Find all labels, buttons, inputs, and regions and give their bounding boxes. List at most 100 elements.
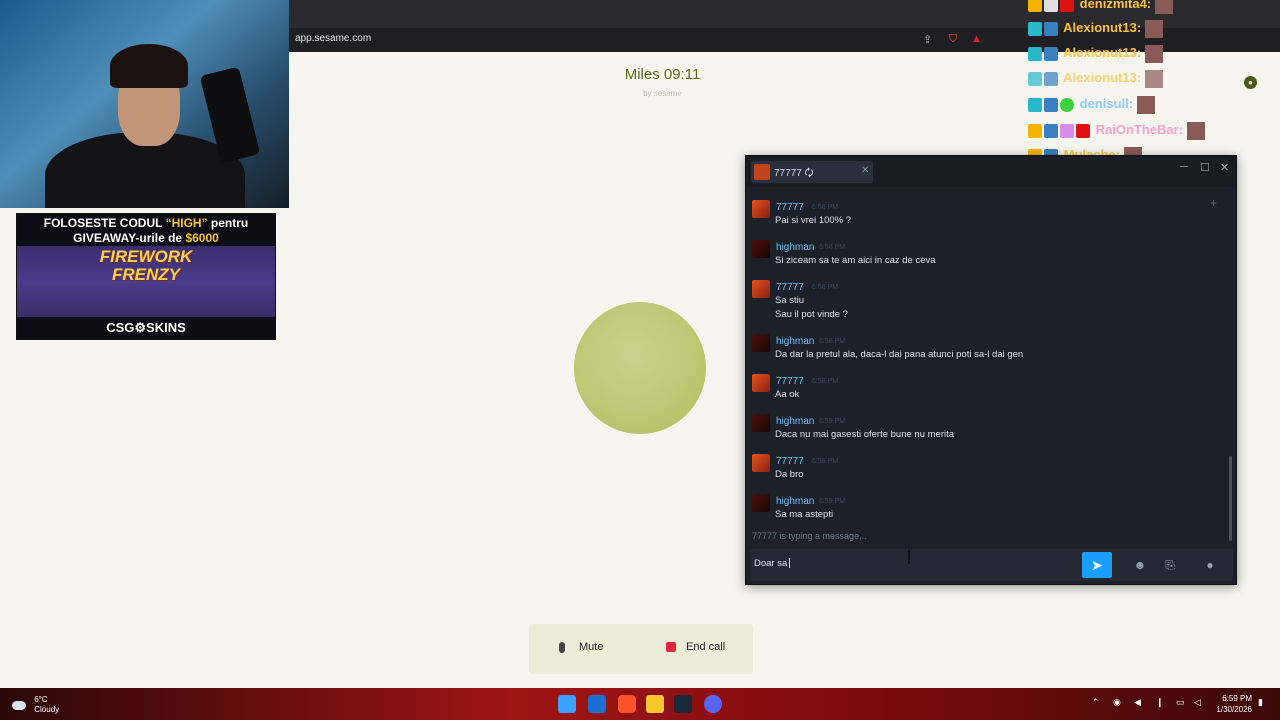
end-call-button[interactable]: End call [666,641,725,653]
message-author[interactable]: highman [776,416,814,427]
message-time: 6:58 PM [812,284,839,291]
overlay-chat-line: Alexionut13: [1028,68,1164,88]
discord-icon[interactable] [704,695,722,713]
attach-icon[interactable]: ⎘ [1160,555,1180,575]
mute-button[interactable]: Mute [559,641,603,653]
message-time: 6:58 PM [819,244,846,251]
avatar [752,494,770,512]
message-input[interactable]: Doar sa ➤ ☻ ⎘ ● [750,549,1233,581]
message-time: 6:58 PM [812,378,839,385]
overlay-chat-line: denisull: [1028,94,1156,114]
message-time: 6:58 PM [819,338,846,345]
microphone-tray-icon[interactable]: ❙ [1156,697,1164,708]
message-author[interactable]: highman [776,336,814,347]
avatar [752,280,770,298]
speaker-icon[interactable]: ◁ [1194,697,1201,708]
notification-icon[interactable]: ▮ [1258,697,1263,708]
send-button[interactable]: ➤ [1082,552,1112,578]
message-text: Pai si vrei 100% ? [775,215,852,226]
message-author[interactable]: 77777 [776,376,804,387]
text-cursor [908,550,910,564]
message-text: Da bro [775,469,804,480]
emoji-icon[interactable]: ☻ [1130,555,1150,575]
message-author[interactable]: highman [776,242,814,253]
call-controls: Mute End call [529,624,753,674]
cloud-icon [12,700,26,710]
message-text: Sau il pot vinde ? [775,309,848,320]
end-call-icon [666,642,676,653]
message-text: Daca nu mai gasesti oferte bune nu merit… [775,429,955,440]
network-icon[interactable]: ◉ [1113,697,1121,708]
message-input-value[interactable]: Doar sa [754,558,790,569]
steam-chat-window: 77777 🗘 ✕ ─ ☐ ✕ + 77777 6:58 PM Pai si v… [745,155,1237,585]
rewards-icon[interactable]: ▲ [971,33,982,45]
typing-indicator: 77777 is typing a message... [752,531,867,541]
avatar [752,454,770,472]
message-text: Si ziceam sa te am aici in caz de ceva [775,255,936,266]
friend-avatar [754,164,770,180]
weather-widget[interactable]: 6°C Cloudy [12,695,59,715]
maximize-icon[interactable]: ☐ [1200,161,1210,174]
message-text: Da dar la pretul ala, daca-l dai pana at… [775,349,1024,360]
page-title: Miles 09:11 [624,66,701,83]
brave-shield-icon[interactable]: ⛉ [949,33,957,46]
minimize-icon[interactable]: ─ [1180,161,1188,173]
voice-orb [574,302,706,434]
steam-title-bar[interactable]: 77777 🗘 ✕ ─ ☐ ✕ [746,156,1236,187]
volume-icon[interactable]: ◀ [1134,697,1141,708]
avatar [752,200,770,218]
url-text[interactable]: app.sesame.com [295,33,371,44]
message-author[interactable]: highman [776,496,814,507]
avatar [752,334,770,352]
share-icon[interactable]: ⇪ [923,33,932,46]
message-author[interactable]: 77777 [776,282,804,293]
overlay-chat-line: RaiOnTheBar: [1028,120,1206,140]
add-friend-icon[interactable]: + [1210,196,1217,210]
taskbar: 6°C Cloudy ⌃ ◉ ◀ ❙ ▭ ◁ 6:59 PM 1/30/2026… [0,688,1280,720]
chat-tab-name: 77777 🗘 [774,168,814,179]
close-icon[interactable]: ✕ [1220,161,1229,174]
promo-banner: FOLOSESTE CODUL “HIGH” pentru GIVEAWAY-u… [16,213,276,340]
promo-game-title: FIREWORK FRENZY [99,247,193,284]
file-explorer-icon[interactable] [646,695,664,713]
promo-brand: CSG⚙SKINS [17,317,275,339]
clock-date: 1/30/2026 [1216,705,1252,714]
voice-icon[interactable]: ● [1200,555,1220,575]
page-subtitle: by sesame [643,89,682,98]
message-time: 6:58 PM [812,204,839,211]
task-view-icon[interactable] [588,695,606,713]
temperature: 6°C [34,695,48,704]
message-author[interactable]: 77777 [776,456,804,467]
mute-label: Mute [579,641,604,653]
message-text: Sa ma astepti [775,509,834,520]
avatar [752,240,770,258]
chat-scrollbar[interactable] [1229,456,1232,541]
display-icon[interactable]: ▭ [1176,697,1185,708]
weather-condition: Cloudy [34,705,60,714]
microphone-icon [559,641,565,653]
overlay-chat-line: Alexionut13: [1028,18,1164,38]
message-time: 6:59 PM [819,498,846,505]
chat-tab[interactable]: 77777 🗘 ✕ [751,161,873,183]
overlay-chat-line: Alexionut13: [1028,43,1164,63]
promo-text: FOLOSESTE CODUL “HIGH” pentru GIVEAWAY-u… [17,214,275,246]
message-text: Sa stiu [775,295,805,306]
overlay-chat-line: denizmita4: [1028,0,1174,14]
avatar [752,414,770,432]
message-text: Aa ok [775,389,800,400]
message-time: 6:59 PM [812,458,839,465]
streamer-hair [110,44,188,88]
message-time: 6:59 PM [819,418,846,425]
tray-chevron-icon[interactable]: ⌃ [1092,697,1100,708]
system-clock[interactable]: 6:59 PM 1/30/2026 [1216,693,1252,715]
stream-chat-overlay: denizmita4: Alexionut13: Alexionut13: Al… [1028,0,1280,170]
avatar [752,374,770,392]
brave-browser-icon[interactable] [618,695,636,713]
webcam-feed [0,0,289,208]
end-call-label: End call [686,641,726,653]
clock-time: 6:59 PM [1222,694,1252,703]
message-author[interactable]: 77777 [776,202,804,213]
steam-icon[interactable] [674,695,692,713]
close-tab-icon[interactable]: ✕ [861,165,869,176]
start-icon[interactable] [558,695,576,713]
